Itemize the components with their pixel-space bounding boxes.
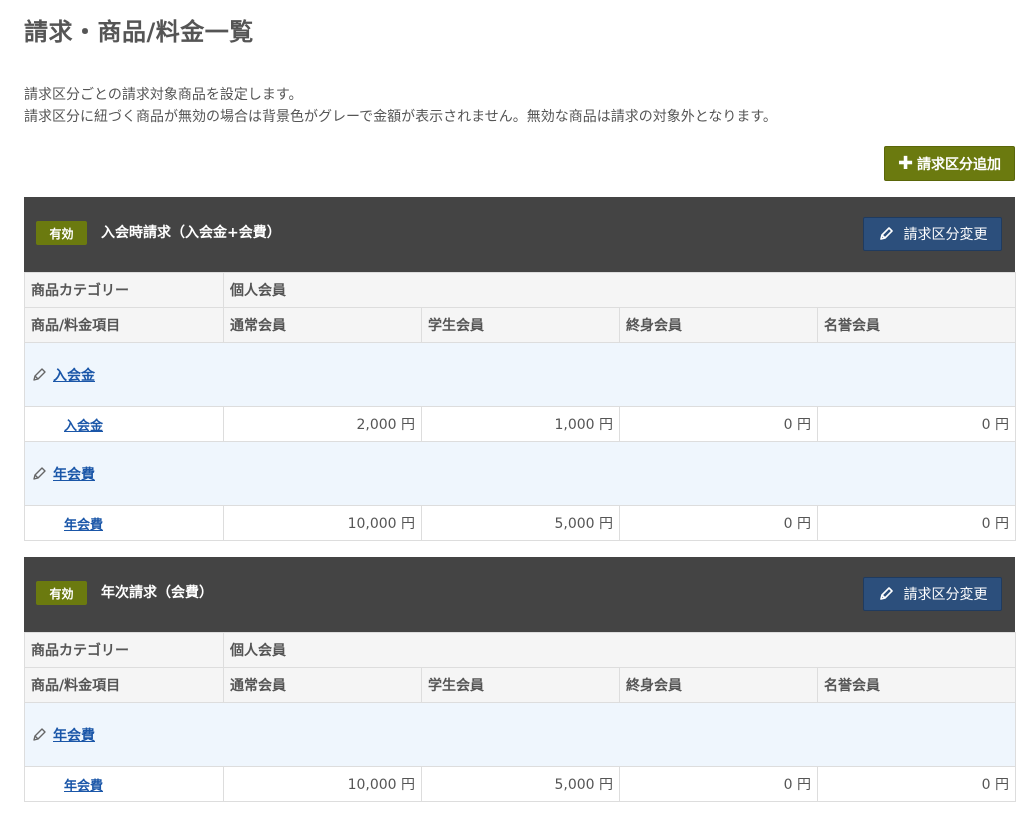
edit-billing-category-label: 請求区分変更 — [903, 227, 988, 243]
column-header: 通常会員 — [223, 307, 422, 343]
product-group-link[interactable]: 年会費 — [53, 464, 95, 484]
edit-billing-category-button[interactable]: 請求区分変更 — [863, 577, 1002, 611]
table-row: 年会費 10,000 円 5,000 円 0 円 0 円 — [24, 766, 1016, 802]
product-group-row: 年会費 — [24, 702, 1016, 767]
pencil-icon[interactable] — [31, 466, 47, 482]
section-header: 有効 入会時請求（入会金+会費） 請求区分変更 — [24, 197, 1015, 272]
table-row: 入会金 2,000 円 1,000 円 0 円 0 円 — [24, 406, 1016, 442]
section-title: 入会時請求（入会金+会費） — [101, 225, 281, 241]
billing-section-1: 有効 入会時請求（入会金+会費） 請求区分変更 商品カテゴリー 個人会員 商品/… — [24, 197, 1016, 541]
product-price-table: 商品カテゴリー 個人会員 商品/料金項目 通常会員 学生会員 終身会員 名誉会員… — [24, 632, 1016, 802]
page-title: 請求・商品/料金一覧 — [24, 18, 254, 46]
category-value: 個人会員 — [223, 632, 1016, 668]
column-header: 名誉会員 — [817, 307, 1016, 343]
price-cell: 5,000 円 — [421, 505, 620, 541]
pencil-icon — [878, 226, 894, 242]
price-cell: 0 円 — [817, 406, 1016, 442]
column-header-row: 商品/料金項目 通常会員 学生会員 終身会員 名誉会員 — [24, 307, 1016, 343]
product-group-row: 入会金 — [24, 342, 1016, 407]
product-item-link[interactable]: 入会金 — [31, 415, 103, 434]
status-badge: 有効 — [36, 581, 87, 605]
section-header: 有効 年次請求（会費） 請求区分変更 — [24, 557, 1015, 632]
edit-billing-category-label: 請求区分変更 — [903, 587, 988, 603]
pencil-icon — [878, 586, 894, 602]
item-label: 商品/料金項目 — [24, 307, 224, 343]
page-description-1: 請求区分ごとの請求対象商品を設定します。 — [24, 87, 303, 103]
column-header: 学生会員 — [421, 667, 620, 703]
price-cell: 10,000 円 — [223, 766, 422, 802]
product-price-table: 商品カテゴリー 個人会員 商品/料金項目 通常会員 学生会員 終身会員 名誉会員… — [24, 272, 1016, 541]
column-header: 終身会員 — [619, 667, 818, 703]
edit-billing-category-button[interactable]: 請求区分変更 — [863, 217, 1002, 251]
add-billing-category-button[interactable]: ✚ 請求区分追加 — [884, 146, 1015, 181]
column-header: 学生会員 — [421, 307, 620, 343]
price-cell: 0 円 — [817, 766, 1016, 802]
category-label: 商品カテゴリー — [24, 632, 224, 668]
pencil-icon[interactable] — [31, 727, 47, 743]
price-cell: 0 円 — [619, 766, 818, 802]
category-row: 商品カテゴリー 個人会員 — [24, 272, 1016, 308]
add-billing-category-label: 請求区分追加 — [917, 156, 1002, 173]
column-header: 終身会員 — [619, 307, 818, 343]
product-group-row: 年会費 — [24, 441, 1016, 506]
category-value: 個人会員 — [223, 272, 1016, 308]
product-item-link[interactable]: 年会費 — [31, 775, 103, 794]
price-cell: 0 円 — [619, 406, 818, 442]
page-description-2: 請求区分に紐づく商品が無効の場合は背景色がグレーで金額が表示されません。無効な商… — [24, 109, 777, 125]
product-group-link[interactable]: 年会費 — [53, 725, 95, 745]
product-item-link[interactable]: 年会費 — [31, 514, 103, 533]
item-label: 商品/料金項目 — [24, 667, 224, 703]
price-cell: 1,000 円 — [421, 406, 620, 442]
billing-section-2: 有効 年次請求（会費） 請求区分変更 商品カテゴリー 個人会員 商品/料金項目 … — [24, 557, 1016, 802]
section-title: 年次請求（会費） — [101, 585, 213, 601]
price-cell: 2,000 円 — [223, 406, 422, 442]
price-cell: 0 円 — [619, 505, 818, 541]
table-row: 年会費 10,000 円 5,000 円 0 円 0 円 — [24, 505, 1016, 541]
status-badge: 有効 — [36, 221, 87, 245]
plus-icon: ✚ — [897, 152, 914, 174]
category-label: 商品カテゴリー — [24, 272, 224, 308]
pencil-icon[interactable] — [31, 367, 47, 383]
column-header: 通常会員 — [223, 667, 422, 703]
price-cell: 0 円 — [817, 505, 1016, 541]
category-row: 商品カテゴリー 個人会員 — [24, 632, 1016, 668]
product-group-link[interactable]: 入会金 — [53, 365, 95, 385]
price-cell: 5,000 円 — [421, 766, 620, 802]
column-header: 名誉会員 — [817, 667, 1016, 703]
column-header-row: 商品/料金項目 通常会員 学生会員 終身会員 名誉会員 — [24, 667, 1016, 703]
price-cell: 10,000 円 — [223, 505, 422, 541]
